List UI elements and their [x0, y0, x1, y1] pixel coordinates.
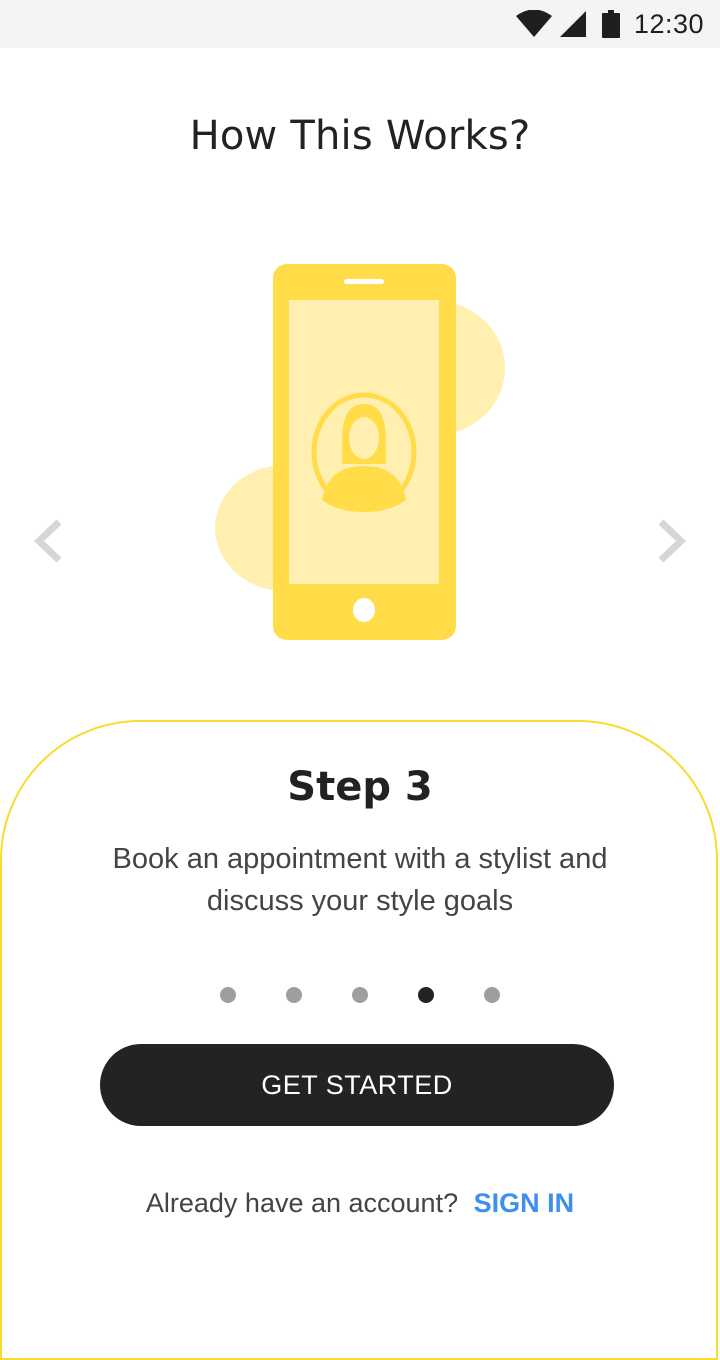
chevron-left-icon[interactable] [26, 516, 76, 566]
phone-profile-illustration [215, 264, 505, 640]
pagination-dot[interactable] [418, 987, 434, 1003]
sign-in-prompt: Already have an account? SIGN IN [0, 1188, 720, 1219]
pagination-dot[interactable] [286, 987, 302, 1003]
pagination-dots [0, 987, 720, 1005]
pagination-dot[interactable] [220, 987, 236, 1003]
step-title: Step 3 [287, 764, 433, 810]
status-icons: 12:30 [515, 0, 704, 48]
sign-in-link[interactable]: SIGN IN [474, 1188, 575, 1218]
step-card [0, 720, 718, 1360]
status-time: 12:30 [633, 8, 704, 39]
cellular-signal-icon [559, 11, 586, 37]
step-description: Book an appointment with a stylist and d… [112, 843, 608, 917]
wifi-icon [515, 10, 552, 37]
battery-icon [601, 10, 620, 38]
chevron-right-icon[interactable] [644, 516, 694, 566]
get-started-button[interactable]: GET STARTED [100, 1044, 614, 1126]
page-title: How This Works? [189, 112, 531, 159]
account-prompt-text: Already have an account? [145, 1188, 459, 1218]
pagination-dot[interactable] [484, 987, 500, 1003]
pagination-dot[interactable] [352, 987, 368, 1003]
status-bar: 12:30 [0, 0, 720, 48]
